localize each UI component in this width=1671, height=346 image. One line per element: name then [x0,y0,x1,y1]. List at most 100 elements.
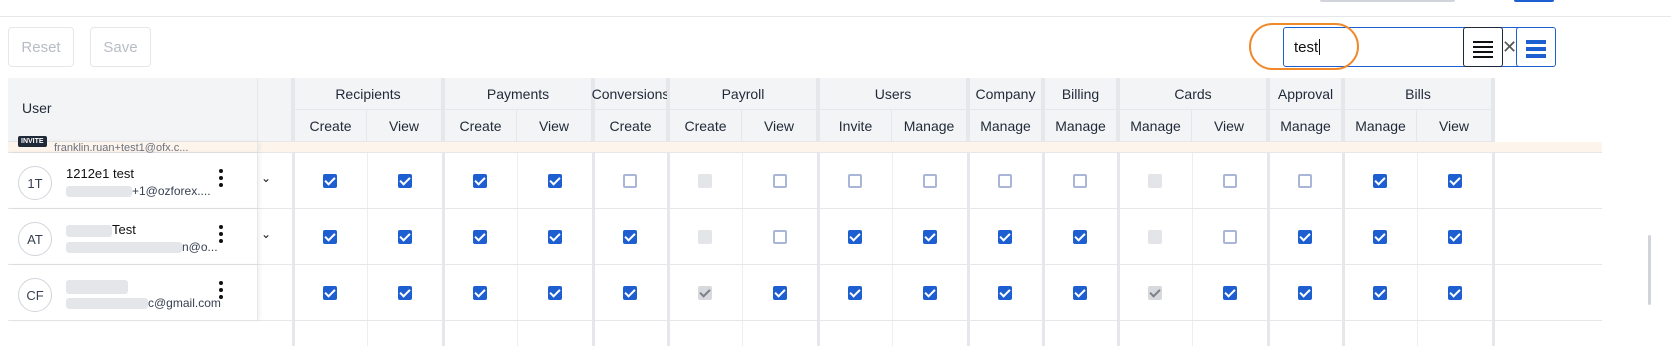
reset-button[interactable]: Reset [8,27,74,67]
permission-checkbox[interactable] [772,286,787,300]
column-header-users-invite: Invite [820,110,892,142]
permission-checkbox[interactable] [322,174,337,188]
permission-checkbox[interactable] [1297,174,1312,188]
permission-checkbox[interactable] [1222,230,1237,244]
group-header-approval: Approval [1270,78,1342,110]
column-header-payroll-view: View [742,110,817,142]
column-header-company-manage: Manage [970,110,1042,142]
permission-checkbox[interactable] [322,230,337,244]
group-header-payroll: Payroll [670,78,817,110]
permission-checkbox[interactable] [1297,230,1312,244]
permission-checkbox[interactable] [547,174,562,188]
permission-checkbox[interactable] [1222,174,1237,188]
permission-checkbox[interactable] [622,286,637,300]
table-row: 1T 1212e1 test +1@ozforex.... ⌄ [8,153,1602,209]
user-cell: CF c@gmail.com [8,265,258,320]
permission-checkbox [1147,230,1162,244]
permission-checkbox[interactable] [472,174,487,188]
group-header-recipients: Recipients [295,78,442,110]
column-header-payments-view: View [517,110,592,142]
column-header-approval-manage: Manage [1270,110,1342,142]
table-row: CF c@gmail.com [8,265,1602,321]
top-button-fragment-primary [1514,0,1554,2]
more-options-icon[interactable] [219,169,223,190]
compact-view-icon [1473,41,1493,61]
permission-checkbox[interactable] [1072,174,1087,188]
column-header-payroll-create: Create [670,110,742,142]
permission-checkbox[interactable] [1222,286,1237,300]
column-header-billing-manage: Manage [1045,110,1117,142]
permission-checkbox [1147,174,1162,188]
group-header-billing: Billing [1045,78,1117,110]
permission-checkbox[interactable] [622,174,637,188]
permission-checkbox[interactable] [922,230,937,244]
user-cell: AT Test n@o... [8,209,258,264]
chevron-down-icon[interactable]: ⌄ [261,227,271,241]
group-header-cards: Cards [1120,78,1267,110]
permission-checkbox[interactable] [1372,286,1387,300]
permission-checkbox[interactable] [922,174,937,188]
permission-checkbox[interactable] [1447,174,1462,188]
permission-checkbox[interactable] [772,174,787,188]
permission-checkbox[interactable] [622,230,637,244]
column-header-cards-view: View [1192,110,1267,142]
permission-checkbox[interactable] [1447,230,1462,244]
user-column-header: User [8,78,258,142]
permission-checkbox[interactable] [472,230,487,244]
permission-checkbox[interactable] [847,286,862,300]
user-name: 1212e1 test [66,166,134,181]
permission-checkbox [697,230,712,244]
permission-checkbox[interactable] [847,230,862,244]
permission-checkbox [697,174,712,188]
column-header-recipients-create: Create [295,110,367,142]
scrollbar[interactable] [1648,235,1651,305]
permission-checkbox[interactable] [1072,286,1087,300]
group-header-payments: Payments [445,78,592,110]
permission-checkbox[interactable] [772,230,787,244]
permission-checkbox[interactable] [1072,230,1087,244]
permission-checkbox[interactable] [997,230,1012,244]
user-cell: 1T 1212e1 test +1@ozforex.... [8,153,258,208]
avatar: AT [18,222,52,256]
group-header-users: Users [820,78,967,110]
permission-checkbox [1147,286,1162,300]
permission-checkbox[interactable] [397,286,412,300]
close-icon[interactable]: ✕ [1502,37,1517,58]
permission-checkbox[interactable] [397,174,412,188]
column-header-recipients-view: View [367,110,442,142]
comfortable-view-icon [1526,40,1546,61]
permission-checkbox[interactable] [472,286,487,300]
permission-checkbox[interactable] [922,286,937,300]
permission-checkbox[interactable] [547,230,562,244]
user-name: Test [66,222,136,237]
column-header-bills-view: View [1417,110,1492,142]
permission-checkbox[interactable] [1372,230,1387,244]
save-button[interactable]: Save [90,27,151,67]
permission-checkbox[interactable] [397,230,412,244]
permission-checkbox[interactable] [547,286,562,300]
avatar: CF [18,278,52,312]
table-row: AT Test n@o... ⌄ [8,209,1602,265]
top-button-fragment [1320,0,1455,2]
more-options-icon[interactable] [219,225,223,246]
permission-checkbox[interactable] [997,286,1012,300]
search-highlight-annotation [1249,23,1359,70]
user-email: +1@ozforex.... [66,184,211,198]
user-name [66,278,128,294]
permission-checkbox[interactable] [847,174,862,188]
permission-checkbox[interactable] [997,174,1012,188]
permission-checkbox[interactable] [322,286,337,300]
permission-checkbox[interactable] [1372,174,1387,188]
chevron-down-icon[interactable]: ⌄ [261,171,271,185]
more-options-icon[interactable] [219,281,223,302]
compact-view-button[interactable] [1463,27,1503,67]
permissions-table: User Recipients Create View Payments Create V… [8,78,1602,346]
group-header-bills: Bills [1345,78,1492,110]
permission-checkbox[interactable] [1297,286,1312,300]
invite-badge: INVITE [18,136,47,147]
group-header-conversions: Conversions [592,78,669,110]
permission-checkbox[interactable] [1447,286,1462,300]
column-header-conversions-create: Create [595,110,667,142]
user-email: c@gmail.com [66,296,221,310]
comfortable-view-button[interactable] [1516,27,1556,67]
